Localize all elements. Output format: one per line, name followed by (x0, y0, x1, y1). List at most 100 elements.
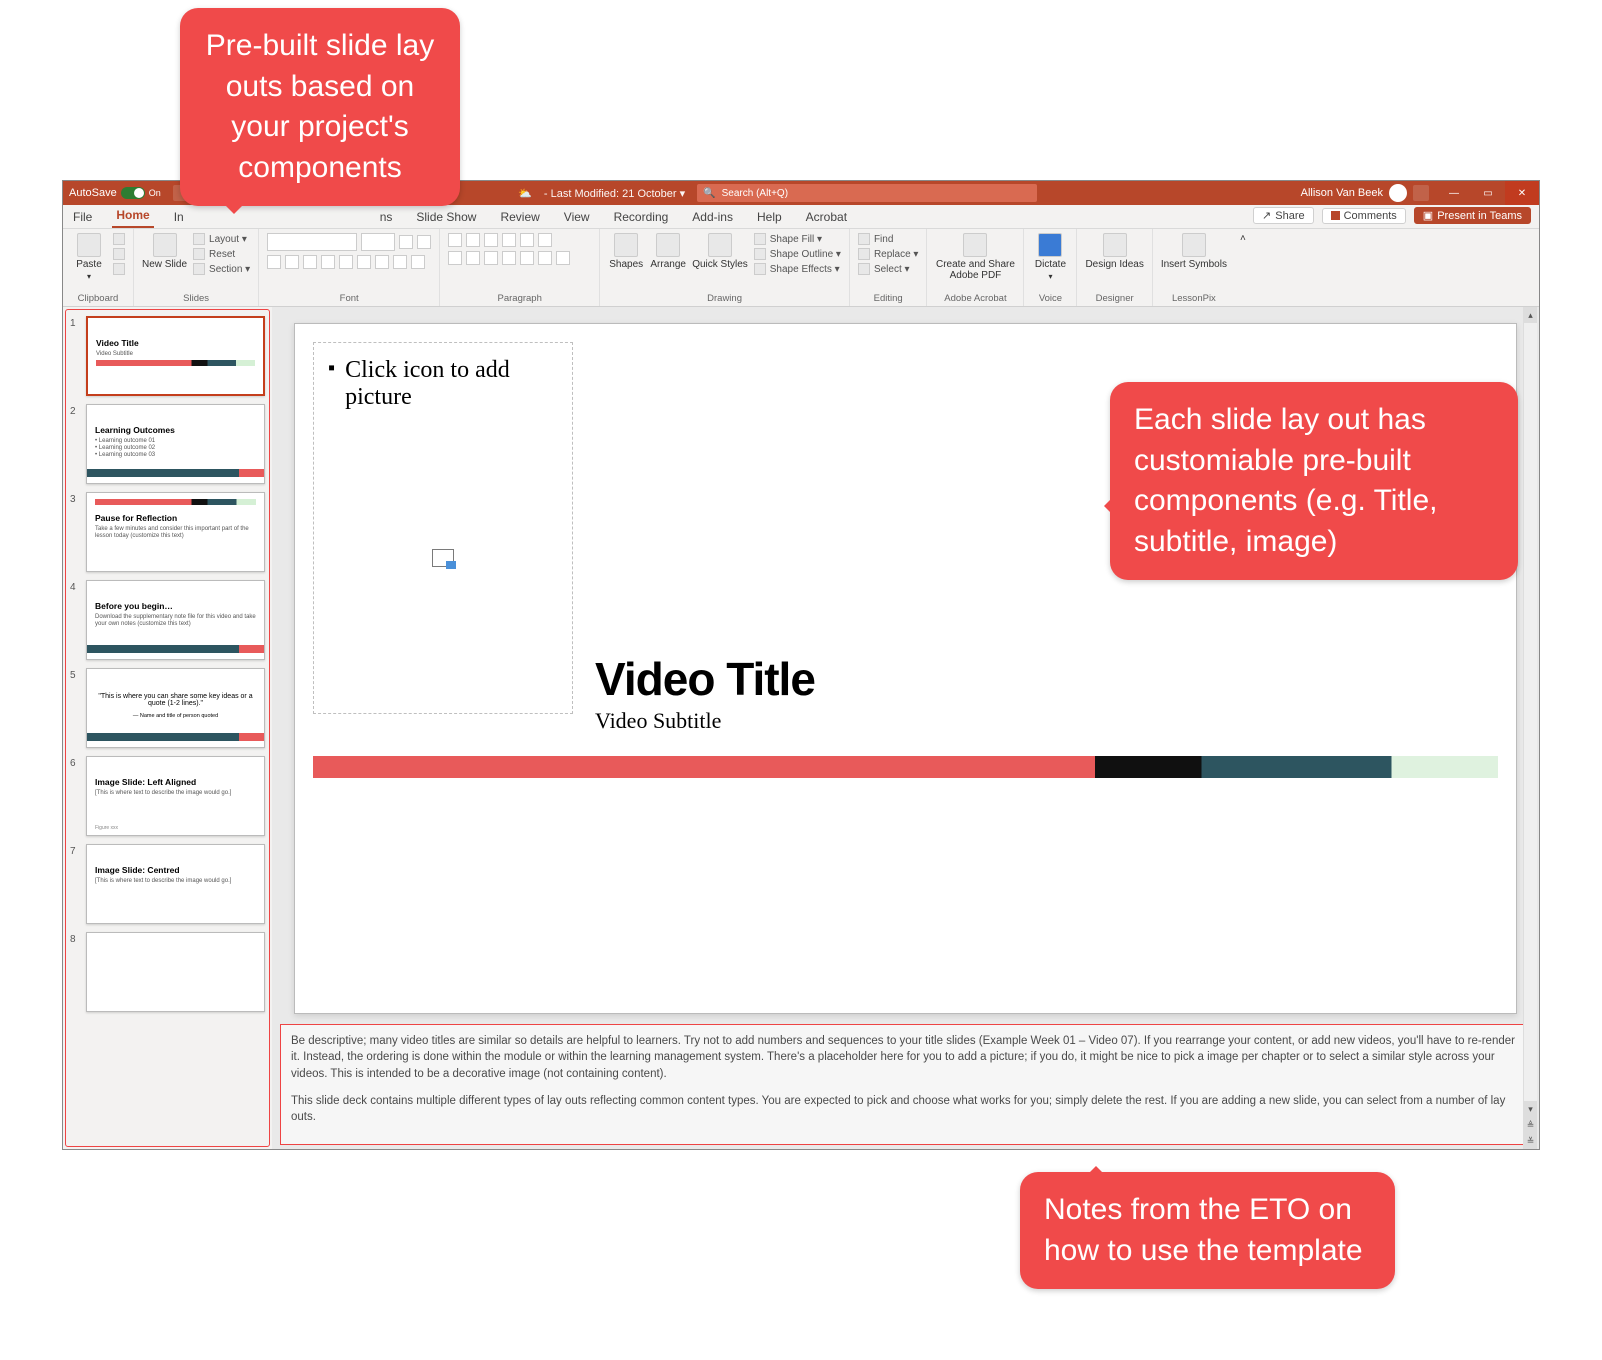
align-left-button[interactable] (448, 251, 462, 265)
slide-thumbnail-pane[interactable]: 1Video TitleVideo Subtitle2Learning Outc… (65, 309, 270, 1147)
present-teams-button[interactable]: ▣Present in Teams (1414, 207, 1531, 224)
prev-slide-button[interactable]: ≜ (1524, 1117, 1537, 1133)
tab-acrobat[interactable]: Acrobat (802, 206, 851, 228)
scroll-up-button[interactable]: ▴ (1524, 307, 1537, 323)
tab-addins[interactable]: Add-ins (688, 206, 737, 228)
close-button[interactable]: ✕ (1505, 181, 1539, 205)
italic-button[interactable] (285, 255, 299, 269)
layout-button[interactable]: Layout ▾ (193, 233, 250, 245)
smartart-button[interactable] (556, 251, 570, 265)
reset-icon (193, 248, 205, 260)
share-button[interactable]: ↗Share (1253, 207, 1314, 224)
tab-help[interactable]: Help (753, 206, 786, 228)
bullets-button[interactable] (448, 233, 462, 247)
bold-button[interactable] (267, 255, 281, 269)
find-button[interactable]: Find (858, 233, 919, 245)
tab-recording[interactable]: Recording (610, 206, 673, 228)
picture-placeholder[interactable]: ▪Click icon to add picture (313, 342, 573, 714)
vertical-scrollbar[interactable]: ▴ ▾ ≜ ≚ (1523, 307, 1537, 1149)
thumbnail-slide-2[interactable]: 2Learning Outcomes• Learning outcome 01•… (70, 404, 265, 484)
case-button[interactable] (375, 255, 389, 269)
thumbnail-slide-3[interactable]: 3Pause for ReflectionTake a few minutes … (70, 492, 265, 572)
design-ideas-button[interactable]: Design Ideas (1085, 233, 1143, 270)
scroll-down-button[interactable]: ▾ (1524, 1101, 1537, 1117)
slide-title[interactable]: Video Title (595, 652, 815, 706)
insert-picture-icon[interactable] (432, 549, 454, 567)
thumbnail-slide-7[interactable]: 7Image Slide: Centred[This is where text… (70, 844, 265, 924)
minimize-button[interactable]: — (1437, 181, 1471, 205)
callout-prebuilt-layouts: Pre-built slide lay outs based on your p… (180, 8, 460, 206)
design-icon (1103, 233, 1127, 257)
slide-subtitle[interactable]: Video Subtitle (595, 708, 721, 734)
thumb-number: 3 (70, 492, 82, 572)
copy-button[interactable] (113, 248, 125, 260)
section-icon (193, 263, 205, 275)
ribbon-display-icon[interactable] (1413, 185, 1429, 201)
thumb-preview: Image Slide: Centred[This is where text … (86, 844, 265, 924)
thumbnail-slide-6[interactable]: 6Image Slide: Left Aligned[This is where… (70, 756, 265, 836)
align-text-button[interactable] (538, 251, 552, 265)
font-color-button[interactable] (411, 255, 425, 269)
shape-effects-button[interactable]: Shape Effects ▾ (754, 263, 841, 275)
shadow-button[interactable] (339, 255, 353, 269)
tab-home[interactable]: Home (112, 204, 153, 228)
shape-outline-button[interactable]: Shape Outline ▾ (754, 248, 841, 260)
underline-button[interactable] (303, 255, 317, 269)
dictate-button[interactable]: Dictate▾ (1032, 233, 1068, 281)
justify-button[interactable] (502, 251, 516, 265)
char-spacing-button[interactable] (357, 255, 371, 269)
thumbnail-slide-4[interactable]: 4Before you begin…Download the supplemen… (70, 580, 265, 660)
ribbon-group-acrobat: Create and Share Adobe PDF Adobe Acrobat (927, 229, 1024, 306)
line-spacing-button[interactable] (520, 233, 534, 247)
increase-indent-button[interactable] (502, 233, 516, 247)
search-box[interactable]: 🔍 Search (Alt+Q) (697, 184, 1037, 202)
cloud-icon: ⛅ (518, 187, 532, 200)
select-button[interactable]: Select ▾ (858, 263, 919, 275)
notes-pane[interactable]: Be descriptive; many video titles are si… (280, 1024, 1531, 1145)
avatar[interactable] (1389, 184, 1407, 202)
tab-file[interactable]: File (69, 206, 96, 228)
align-center-button[interactable] (466, 251, 480, 265)
text-direction-button[interactable] (538, 233, 552, 247)
decrease-indent-button[interactable] (484, 233, 498, 247)
numbering-button[interactable] (466, 233, 480, 247)
align-right-button[interactable] (484, 251, 498, 265)
insert-symbols-button[interactable]: Insert Symbols (1161, 233, 1227, 270)
tab-slideshow[interactable]: Slide Show (412, 206, 480, 228)
new-slide-button[interactable]: New Slide (142, 233, 187, 270)
increase-font-icon[interactable] (399, 235, 413, 249)
create-pdf-button[interactable]: Create and Share Adobe PDF (935, 233, 1015, 281)
autosave-toggle[interactable] (121, 187, 145, 199)
tab-transitions-partial[interactable]: ns (376, 206, 397, 228)
notes-paragraph-1: Be descriptive; many video titles are si… (291, 1033, 1520, 1083)
replace-button[interactable]: Replace ▾ (858, 248, 919, 260)
collapse-ribbon-button[interactable]: ˄ (1235, 229, 1251, 306)
next-slide-button[interactable]: ≚ (1524, 1133, 1537, 1149)
reset-button[interactable]: Reset (193, 248, 250, 260)
tab-view[interactable]: View (560, 206, 594, 228)
format-painter-button[interactable] (113, 263, 125, 275)
maximize-button[interactable]: ▭ (1471, 181, 1505, 205)
quick-styles-button[interactable]: Quick Styles (692, 233, 748, 270)
callout-customizable-components: Each slide lay out has customiable pre-b… (1110, 382, 1518, 580)
highlight-button[interactable] (393, 255, 407, 269)
font-size-select[interactable] (361, 233, 395, 251)
tab-review[interactable]: Review (496, 206, 543, 228)
strike-button[interactable] (321, 255, 335, 269)
tab-insert-partial[interactable]: In (170, 206, 188, 228)
thumbnail-slide-1[interactable]: 1Video TitleVideo Subtitle (70, 316, 265, 396)
cut-button[interactable] (113, 233, 125, 245)
comments-button[interactable]: Comments (1322, 208, 1406, 224)
shape-fill-button[interactable]: Shape Fill ▾ (754, 233, 841, 245)
paste-button[interactable]: Paste▾ (71, 233, 107, 281)
font-family-select[interactable] (267, 233, 357, 251)
tab-hidden-2[interactable] (290, 220, 360, 228)
section-button[interactable]: Section ▾ (193, 263, 250, 275)
shapes-button[interactable]: Shapes (608, 233, 644, 270)
modified-label[interactable]: - Last Modified: 21 October ▾ (544, 187, 685, 200)
arrange-button[interactable]: Arrange (650, 233, 686, 270)
decrease-font-icon[interactable] (417, 235, 431, 249)
thumbnail-slide-8[interactable]: 8 (70, 932, 265, 1012)
thumbnail-slide-5[interactable]: 5"This is where you can share some key i… (70, 668, 265, 748)
columns-button[interactable] (520, 251, 534, 265)
